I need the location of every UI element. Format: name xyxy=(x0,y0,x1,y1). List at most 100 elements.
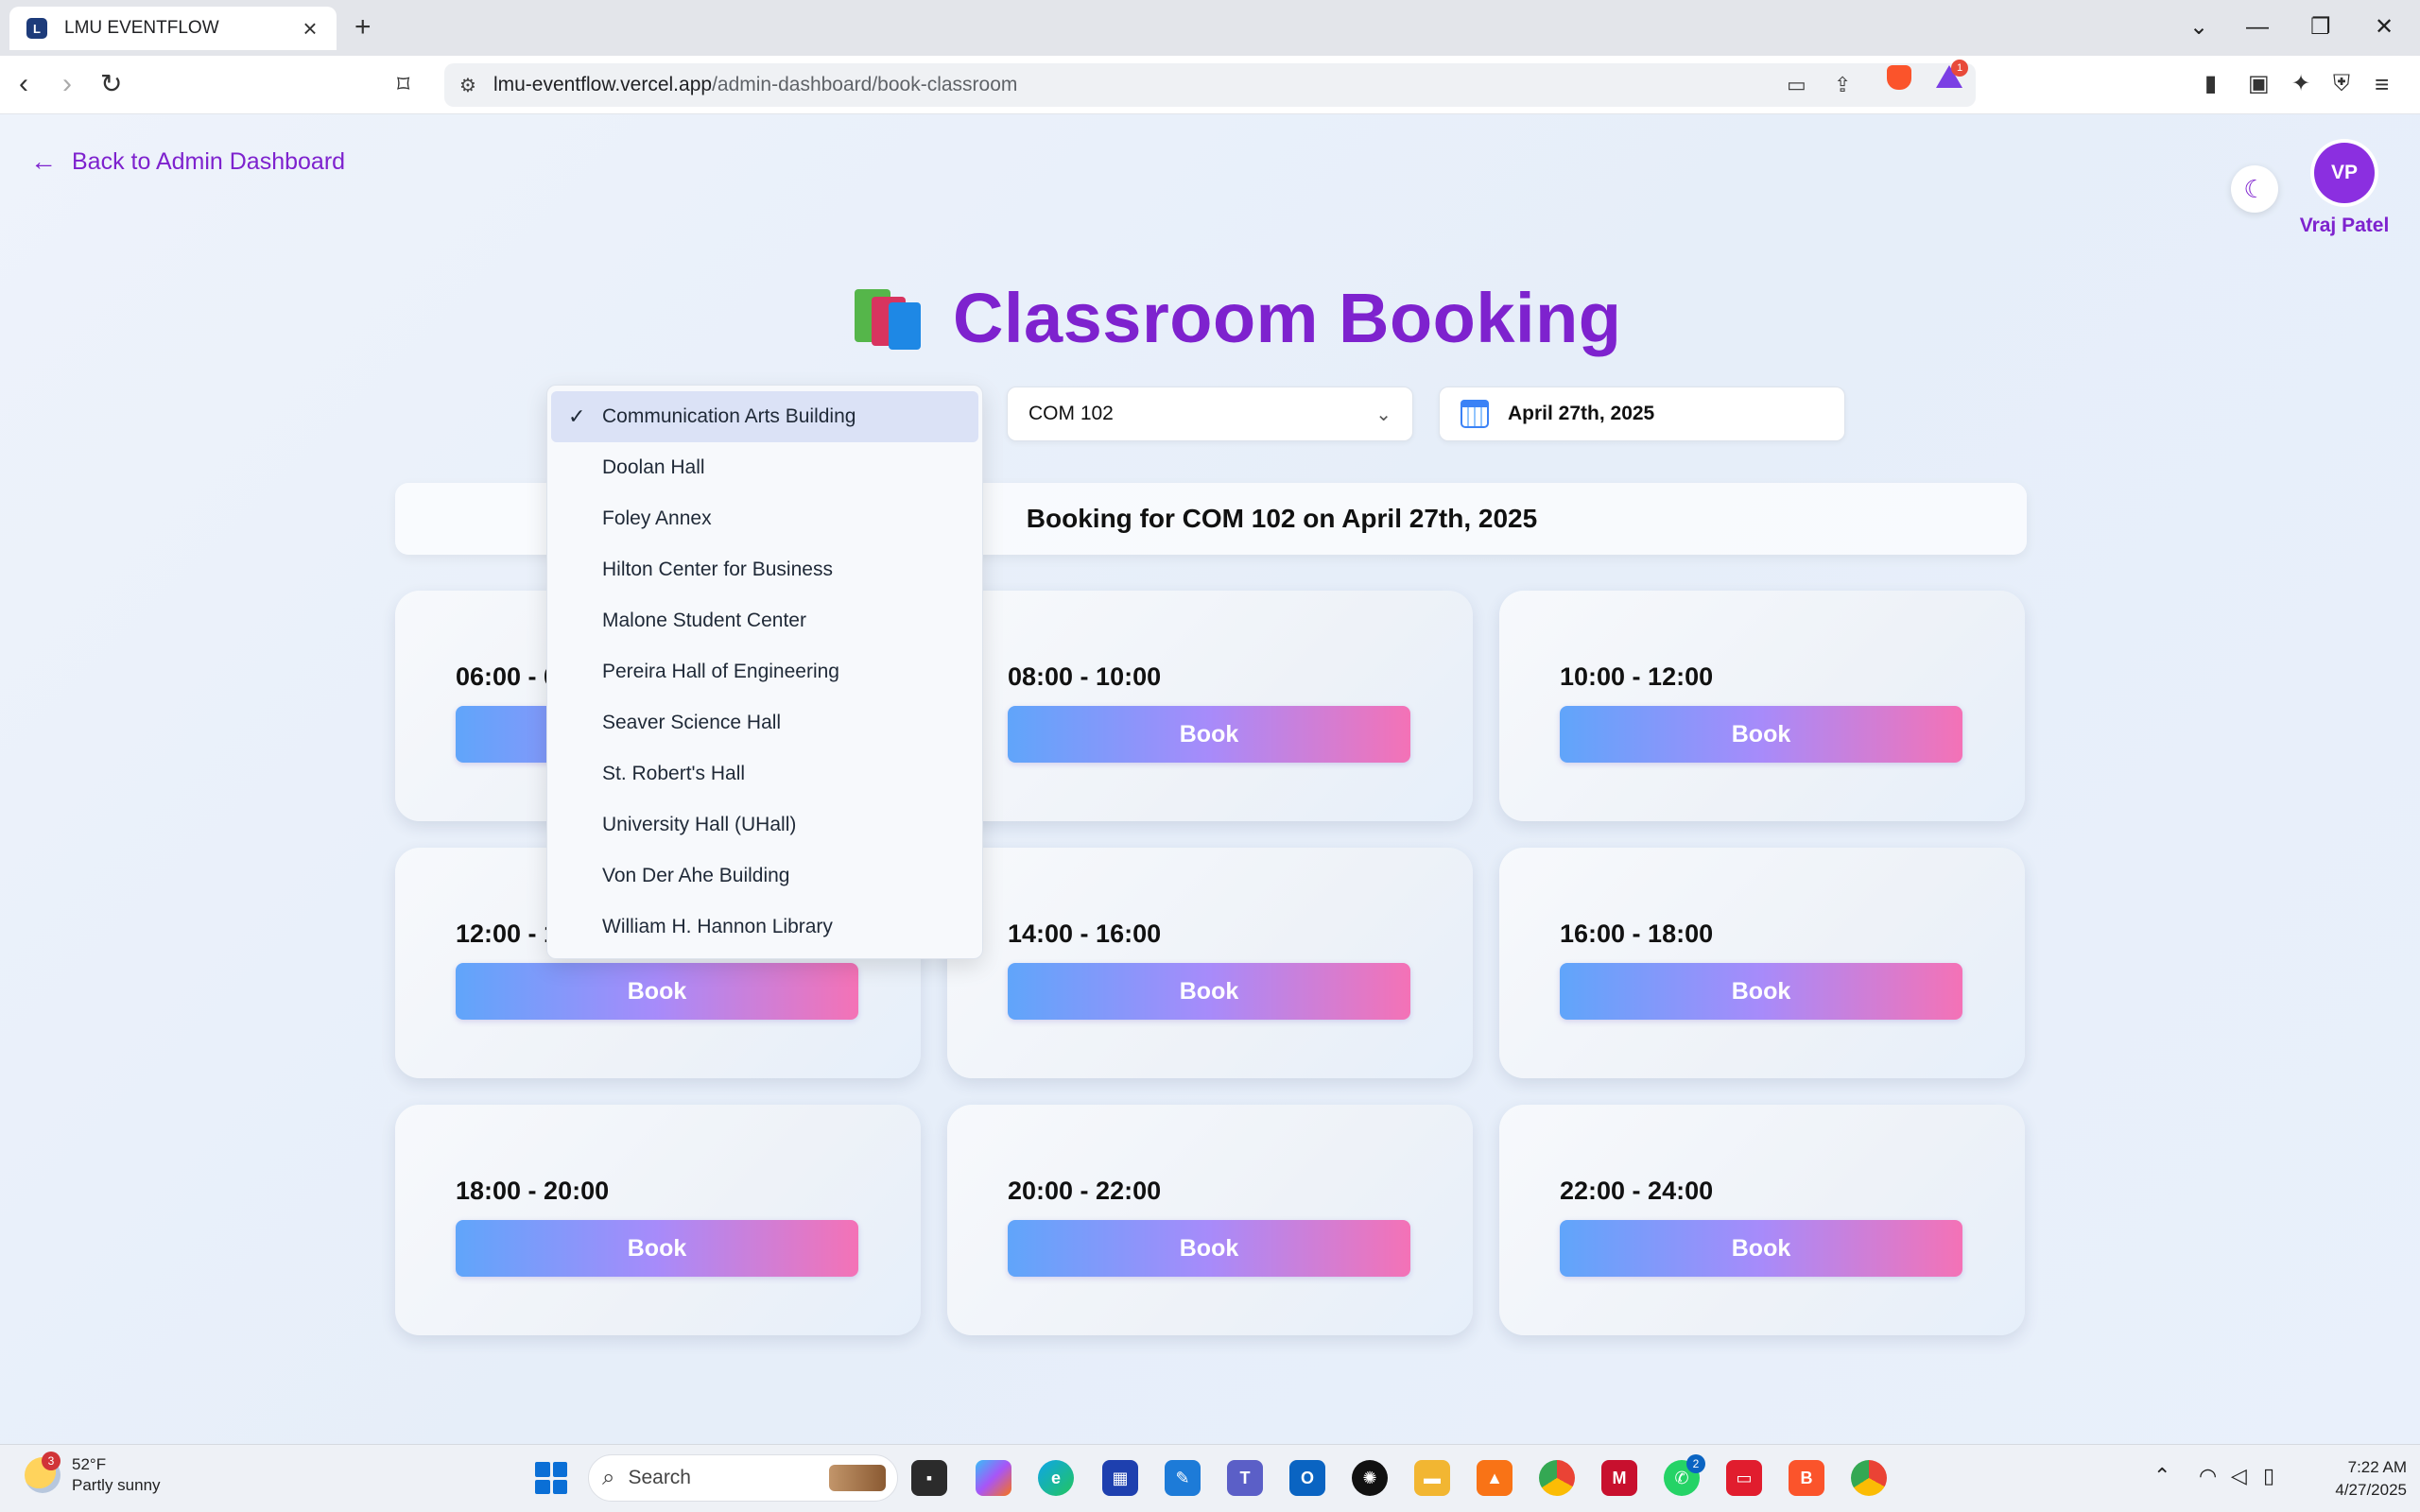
store-icon[interactable]: ▦ xyxy=(1102,1460,1138,1496)
new-tab-icon[interactable]: + xyxy=(354,13,372,42)
brave-shields-icon[interactable] xyxy=(1887,65,1911,90)
volume-icon[interactable]: ◁ xyxy=(2231,1464,2247,1488)
building-option-von-der-ahe[interactable]: Von Der Ahe Building xyxy=(551,850,978,902)
building-option-label: Foley Annex xyxy=(602,507,712,529)
book-button[interactable]: Book xyxy=(1008,706,1410,763)
book-button[interactable]: Book xyxy=(1560,1220,1962,1277)
teams-icon[interactable]: T xyxy=(1227,1460,1263,1496)
building-option-pereira-hall[interactable]: Pereira Hall of Engineering xyxy=(551,646,978,697)
slot-time: 10:00 - 12:00 xyxy=(1560,662,1714,691)
building-dropdown[interactable]: ✓ Communication Arts Building Doolan Hal… xyxy=(546,385,983,959)
building-option-label: St. Robert's Hall xyxy=(602,763,746,784)
building-option-label: Hilton Center for Business xyxy=(602,558,833,580)
book-button[interactable]: Book xyxy=(1560,706,1962,763)
outlook-icon[interactable]: O xyxy=(1289,1460,1325,1496)
menu-icon[interactable]: ≡ xyxy=(2375,67,2389,101)
minimize-icon[interactable]: — xyxy=(2246,13,2269,42)
url-text: lmu-eventflow.vercel.app/admin-dashboard… xyxy=(493,74,1018,95)
building-option-foley-annex[interactable]: Foley Annex xyxy=(551,493,978,544)
search-icon: ⌕ xyxy=(602,1465,615,1490)
slot-time: 08:00 - 10:00 xyxy=(1008,662,1162,691)
partly-sunny-icon: 3 xyxy=(25,1452,60,1493)
time-slot-card: 20:00 - 22:00 Book xyxy=(947,1105,1473,1335)
back-to-dashboard-link[interactable]: ← Back to Admin Dashboard xyxy=(30,146,345,177)
avatar[interactable]: VP xyxy=(2314,143,2375,203)
building-option-doolan-hall[interactable]: Doolan Hall xyxy=(551,442,978,493)
weather-widget[interactable]: 3 52°F Partly sunny xyxy=(25,1452,161,1496)
browser-tab[interactable]: L LMU EVENTFLOW × xyxy=(9,7,337,50)
weather-badge: 3 xyxy=(42,1452,60,1470)
vlc-icon[interactable]: ▲ xyxy=(1477,1460,1512,1496)
remote-desktop-icon[interactable]: ▭ xyxy=(1726,1460,1762,1496)
page-content: ← Back to Admin Dashboard ☾ VP Vraj Pate… xyxy=(0,114,2420,1444)
back-link-label: Back to Admin Dashboard xyxy=(72,147,346,175)
reload-icon[interactable]: ↻ xyxy=(100,67,122,101)
pen-app-icon[interactable]: ✎ xyxy=(1165,1460,1201,1496)
wifi-icon[interactable]: ◠ xyxy=(2199,1464,2217,1488)
system-clock[interactable]: 7:22 AM 4/27/2025 xyxy=(2303,1456,2407,1502)
site-info-icon[interactable]: ⚙ xyxy=(459,74,476,97)
books-icon xyxy=(851,284,926,352)
copilot-icon[interactable] xyxy=(976,1460,1011,1496)
tab-search-chevron-icon[interactable]: ⌄ xyxy=(2189,13,2208,42)
check-icon: ✓ xyxy=(568,404,586,428)
cast-icon[interactable]: ▭ xyxy=(1787,73,1806,97)
book-button[interactable]: Book xyxy=(1008,963,1410,1020)
date-picker[interactable]: April 27th, 2025 xyxy=(1439,387,1845,441)
whatsapp-badge: 2 xyxy=(1686,1454,1705,1473)
taskbar-search-label: Search xyxy=(628,1467,691,1488)
building-option-malone-student-center[interactable]: Malone Student Center xyxy=(551,595,978,646)
room-select[interactable]: COM 102 ⌄ xyxy=(1007,387,1413,441)
back-icon[interactable]: ‹ xyxy=(19,67,28,101)
building-option-st-roberts-hall[interactable]: St. Robert's Hall xyxy=(551,748,978,799)
share-icon[interactable]: ⇪ xyxy=(1834,73,1851,97)
sidebar-icon[interactable]: ▮ xyxy=(2204,67,2217,101)
time-slot-card: 10:00 - 12:00 Book xyxy=(1499,591,2025,821)
vpn-icon[interactable]: ⛨ xyxy=(2333,67,2350,101)
chevron-down-icon: ⌄ xyxy=(1375,404,1392,425)
tray-chevron-up-icon[interactable]: ⌃ xyxy=(2153,1464,2170,1488)
forward-icon[interactable]: › xyxy=(62,67,72,101)
book-button[interactable]: Book xyxy=(456,1220,858,1277)
bookmark-icon[interactable]: ⌑ xyxy=(397,67,409,101)
close-window-icon[interactable]: ✕ xyxy=(2375,13,2394,42)
task-view-icon[interactable]: ▪ xyxy=(911,1460,947,1496)
chatgpt-icon[interactable]: ✺ xyxy=(1352,1460,1388,1496)
building-option-communication-arts[interactable]: ✓ Communication Arts Building xyxy=(551,391,978,442)
slot-time: 22:00 - 24:00 xyxy=(1560,1177,1714,1205)
close-tab-icon[interactable]: × xyxy=(297,15,323,42)
user-name: Vraj Patel xyxy=(2299,215,2390,236)
windows-start-icon[interactable] xyxy=(535,1462,567,1494)
chrome-icon[interactable] xyxy=(1539,1460,1575,1496)
building-option-label: Seaver Science Hall xyxy=(602,712,782,733)
tab-title: LMU EVENTFLOW xyxy=(64,18,219,38)
building-option-label: Malone Student Center xyxy=(602,610,806,631)
leo-ai-icon[interactable]: ✦ xyxy=(2291,67,2310,101)
file-explorer-icon[interactable]: ▬ xyxy=(1414,1460,1450,1496)
building-option-hannon-library[interactable]: William H. Hannon Library xyxy=(551,902,978,953)
book-button[interactable]: Book xyxy=(1008,1220,1410,1277)
battery-icon[interactable]: ▯ xyxy=(2263,1464,2274,1488)
restore-icon[interactable]: ❐ xyxy=(2310,13,2331,42)
chrome-profile-icon[interactable] xyxy=(1851,1460,1887,1496)
address-bar[interactable]: ⚙ lmu-eventflow.vercel.app/admin-dashboa… xyxy=(444,63,1976,107)
theme-toggle-button[interactable]: ☾ xyxy=(2231,165,2278,213)
brave-icon[interactable]: B xyxy=(1789,1460,1824,1496)
edge-icon[interactable]: e xyxy=(1038,1460,1074,1496)
lmu-favicon-icon: L xyxy=(26,18,47,39)
moon-icon: ☾ xyxy=(2243,174,2266,203)
browser-tab-bar: L LMU EVENTFLOW × + ⌄ — ❐ ✕ xyxy=(0,0,2420,56)
book-button[interactable]: Book xyxy=(456,963,858,1020)
building-option-seaver-science-hall[interactable]: Seaver Science Hall xyxy=(551,697,978,748)
search-highlight-image xyxy=(829,1465,886,1491)
arrow-left-icon: ← xyxy=(30,146,57,176)
book-button[interactable]: Book xyxy=(1560,963,1962,1020)
wallet-icon[interactable]: ▣ xyxy=(2248,67,2270,101)
rewards-badge: 1 xyxy=(1951,60,1968,77)
mcafee-icon[interactable]: M xyxy=(1601,1460,1637,1496)
building-option-hilton-center[interactable]: Hilton Center for Business xyxy=(551,544,978,595)
time-slot-card: 08:00 - 10:00 Book xyxy=(947,591,1473,821)
page-title: Classroom Booking xyxy=(953,278,1622,357)
taskbar-search[interactable]: ⌕ Search xyxy=(588,1454,898,1502)
building-option-university-hall[interactable]: University Hall (UHall) xyxy=(551,799,978,850)
